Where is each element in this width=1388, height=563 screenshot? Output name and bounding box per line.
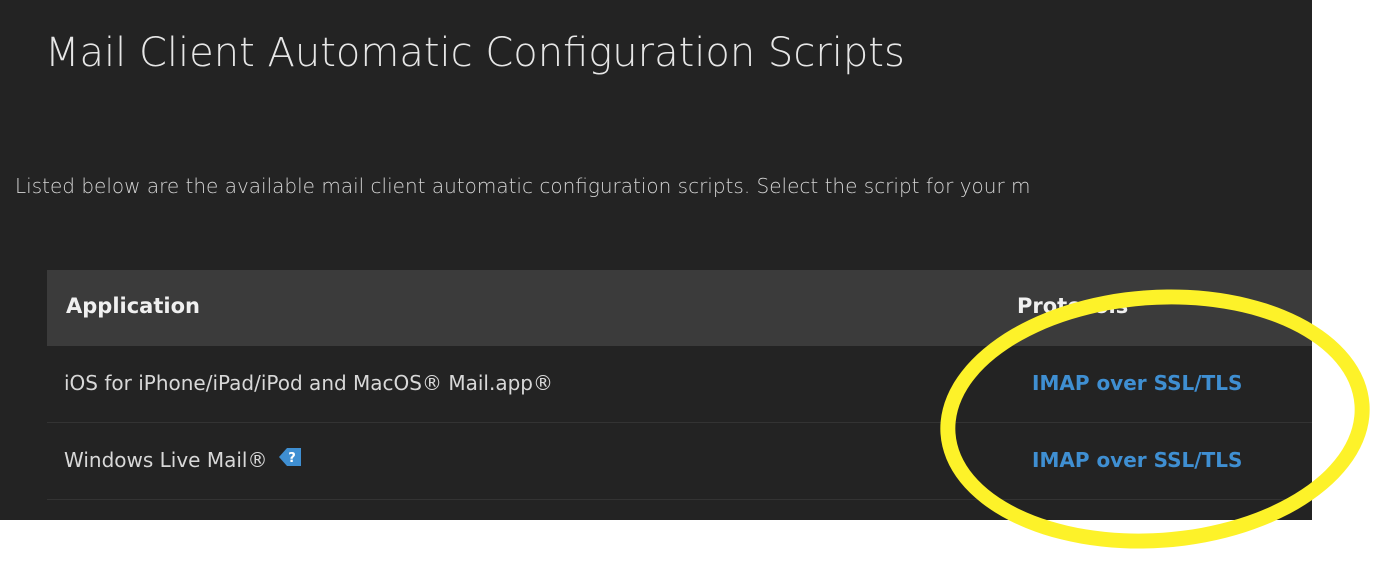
imap-ssl-link[interactable]: IMAP over SSL/TLS <box>1032 371 1242 395</box>
help-icon[interactable]: ? <box>278 447 301 472</box>
application-cell: Windows Live Mail® ? <box>64 448 301 472</box>
table-row: Windows Live Mail® ? IMAP over SSL/TLS <box>47 423 1312 500</box>
application-name: Windows Live Mail® <box>64 448 268 472</box>
config-scripts-table: Application Protocols iOS for iPhone/iPa… <box>47 270 1312 500</box>
page-title: Mail Client Automatic Configuration Scri… <box>45 30 905 76</box>
column-header-application[interactable]: Application <box>66 294 200 318</box>
svg-text:?: ? <box>288 451 296 466</box>
table-header: Application Protocols <box>47 270 1312 346</box>
column-header-protocols[interactable]: Protocols <box>1017 294 1128 318</box>
imap-ssl-link[interactable]: IMAP over SSL/TLS <box>1032 448 1242 472</box>
application-name: iOS for iPhone/iPad/iPod and MacOS® Mail… <box>64 371 553 395</box>
table-row: iOS for iPhone/iPad/iPod and MacOS® Mail… <box>47 346 1312 423</box>
intro-text: Listed below are the available mail clie… <box>15 174 1031 198</box>
content-panel: Mail Client Automatic Configuration Scri… <box>0 0 1312 520</box>
